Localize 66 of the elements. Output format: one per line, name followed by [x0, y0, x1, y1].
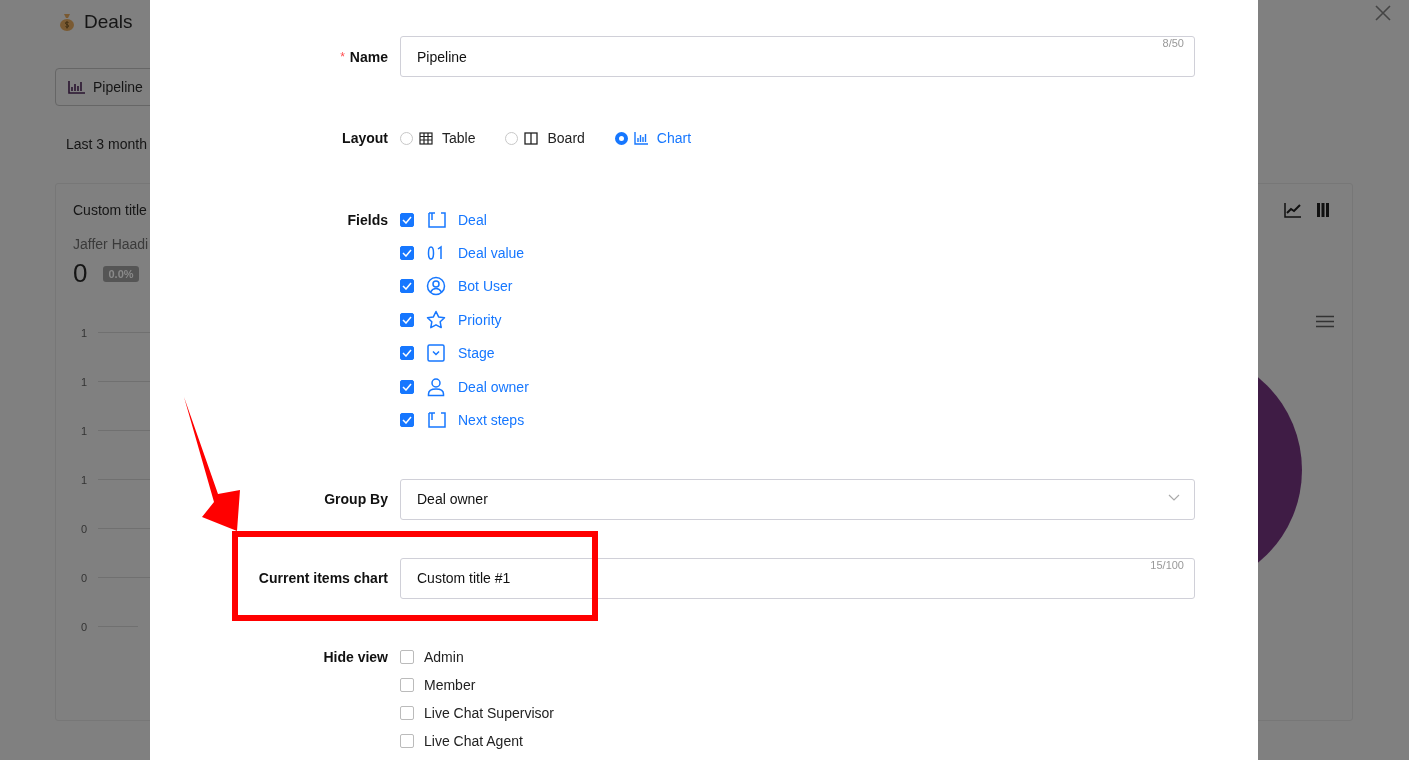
date-range[interactable]: Last 3 month	[66, 136, 147, 156]
money-bag-icon	[59, 13, 75, 31]
page-title: Deals	[84, 11, 133, 33]
field-label: Name	[349, 48, 388, 65]
field-option: Deal owner	[458, 378, 529, 395]
close-icon[interactable]	[1374, 4, 1392, 22]
layout-option[interactable]: Chart	[656, 130, 692, 146]
axis-label: 1	[79, 326, 87, 339]
column-chart-icon[interactable]	[1316, 202, 1330, 218]
field-option: Priority	[458, 311, 502, 328]
field-option: Stage	[458, 345, 495, 362]
checkbox[interactable]	[400, 279, 414, 294]
chart-title-input[interactable]: Custom title #1 15/100	[400, 557, 1195, 599]
radio-button[interactable]	[614, 131, 628, 145]
field-option: Deal	[458, 211, 487, 228]
text-field-icon	[426, 209, 446, 230]
axis-label: 1	[79, 375, 87, 388]
field-label: Current items chart	[258, 570, 388, 587]
bar-chart-icon	[633, 131, 648, 145]
axis-label: 1	[79, 473, 87, 486]
checkbox[interactable]	[400, 413, 414, 428]
checkbox[interactable]	[400, 212, 414, 227]
layout-option[interactable]: Table	[442, 130, 476, 146]
axis-label: 0	[79, 522, 87, 535]
user-circle-icon	[426, 276, 446, 297]
field-option: Next steps	[458, 412, 525, 429]
field-label: Hide view	[323, 648, 388, 665]
required-mark: *	[340, 49, 345, 64]
owner-name: Jaffer Haadi	[73, 236, 150, 252]
role-option: Admin	[424, 648, 464, 665]
menu-icon[interactable]	[1316, 315, 1334, 328]
chevron-down-icon	[1168, 493, 1180, 502]
person-icon	[426, 376, 446, 397]
name-input[interactable]: Pipeline 8/50	[400, 36, 1195, 77]
field-label: Layout	[342, 130, 388, 146]
layout-option[interactable]: Board	[547, 130, 585, 146]
text-field-icon	[426, 410, 446, 431]
checkbox[interactable]	[400, 705, 414, 720]
checkbox[interactable]	[400, 312, 414, 327]
star-icon	[426, 309, 446, 330]
field-option: Deal value	[458, 245, 525, 262]
axis-label: 1	[79, 424, 87, 437]
checkbox[interactable]	[400, 733, 414, 748]
checkbox[interactable]	[400, 246, 414, 261]
total-value: 0	[73, 258, 88, 289]
checkbox[interactable]	[400, 677, 414, 692]
bar-chart-icon	[68, 80, 85, 94]
dropdown-icon	[426, 343, 446, 364]
card-title: Custom title	[73, 202, 148, 218]
role-option: Member	[424, 676, 476, 693]
checkbox[interactable]	[400, 649, 414, 664]
group-by-select[interactable]: Deal owner	[400, 478, 1195, 520]
checkbox[interactable]	[400, 379, 414, 394]
role-option: Live Chat Supervisor	[424, 704, 554, 721]
role-option: Live Chat Agent	[424, 732, 523, 749]
line-chart-icon[interactable]	[1284, 202, 1302, 218]
board-icon	[524, 131, 539, 145]
character-counter: 15/100	[1150, 558, 1184, 571]
field-option: Bot User	[458, 278, 513, 295]
character-counter: 8/50	[1162, 37, 1184, 49]
axis-label: 0	[79, 620, 87, 633]
table-icon	[419, 131, 433, 145]
checkbox[interactable]	[400, 346, 414, 361]
field-label: Group By	[324, 491, 388, 508]
axis-label: 0	[79, 571, 87, 584]
field-label: Fields	[347, 211, 388, 228]
